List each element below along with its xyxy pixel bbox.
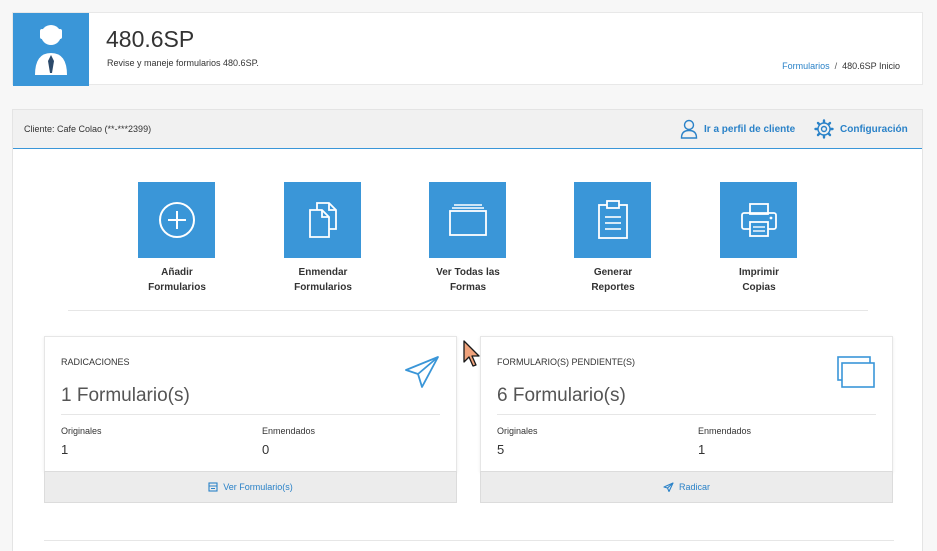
page-header: 480.6SP Revise y maneje formularios 480.… <box>12 12 923 86</box>
clipboard-icon <box>597 200 628 239</box>
enmendados-value: 1 <box>698 442 706 457</box>
tile-add-line1: Añadir <box>161 267 193 278</box>
bottom-divider <box>44 540 894 541</box>
user-outline-icon <box>680 119 698 139</box>
breadcrumb: Formularios / 480.6SP Inicio <box>782 61 900 71</box>
tile-amend-line1: Enmendar <box>298 267 348 278</box>
user-icon <box>35 25 67 75</box>
enmendados-value: 0 <box>262 442 270 457</box>
originales-value: 1 <box>61 442 69 457</box>
settings-link[interactable]: Configuración <box>814 119 908 139</box>
tile-reports-line2: Reportes <box>591 282 635 293</box>
plus-circle-icon <box>158 202 195 238</box>
enmendados-label: Enmendados <box>262 426 316 436</box>
tile-add-line2: Formularios <box>148 282 206 293</box>
folder-icon <box>448 204 487 236</box>
enmendados-label: Enmendados <box>698 426 752 436</box>
tile-generate-reports[interactable]: Generar Reportes <box>574 182 651 295</box>
pending-forms-card: FORMULARIO(S) PENDIENTE(S) 6 Formulario(… <box>480 336 893 472</box>
card-divider <box>61 414 440 415</box>
client-bar: Cliente: Cafe Colao (**-***2399) Ir a pe… <box>13 110 922 149</box>
card-title: RADICACIONES <box>61 357 130 367</box>
tile-print-copies[interactable]: Imprimir Copias <box>720 182 797 295</box>
originales-label: Originales <box>61 426 102 436</box>
client-profile-link[interactable]: Ir a perfil de cliente <box>680 119 795 139</box>
view-forms-label: Ver Formulario(s) <box>223 482 293 492</box>
tile-amend-line2: Formularios <box>294 282 352 293</box>
tiles-divider <box>68 310 868 311</box>
copy-documents-icon <box>308 202 337 238</box>
paper-plane-icon <box>663 482 674 492</box>
tile-add-forms[interactable]: Añadir Formularios <box>138 182 215 295</box>
card-divider <box>497 414 876 415</box>
settings-label: Configuración <box>840 123 908 135</box>
paper-plane-icon <box>405 356 439 388</box>
tile-reports-line1: Generar <box>593 267 633 278</box>
radicar-button[interactable]: Radicar <box>480 471 893 503</box>
breadcrumb-formularios-link[interactable]: Formularios <box>782 61 830 71</box>
originales-label: Originales <box>497 426 538 436</box>
tile-print-line1: Imprimir <box>738 267 779 278</box>
printer-icon <box>740 203 777 237</box>
originales-value: 5 <box>497 442 505 457</box>
page-title: 480.6SP <box>106 26 195 52</box>
card-title: FORMULARIO(S) PENDIENTE(S) <box>497 357 636 367</box>
view-forms-button[interactable]: Ver Formulario(s) <box>44 471 457 503</box>
tile-amend-forms[interactable]: Enmendar Formularios <box>284 182 361 295</box>
tile-view-line1: Ver Todas las <box>436 267 500 278</box>
mouse-cursor-icon <box>463 340 480 367</box>
breadcrumb-separator: / <box>834 61 838 71</box>
form-icon <box>208 482 218 492</box>
tile-view-line2: Formas <box>449 282 487 293</box>
gear-icon <box>814 119 834 139</box>
card-count: 1 Formulario(s) <box>61 385 190 406</box>
user-avatar <box>13 13 89 86</box>
page-subtitle: Revise y maneje formularios 480.6SP. <box>107 58 259 68</box>
tile-print-line2: Copias <box>742 282 776 293</box>
main-panel: Cliente: Cafe Colao (**-***2399) Ir a pe… <box>12 109 923 551</box>
breadcrumb-current: 480.6SP Inicio <box>842 61 900 71</box>
radicar-label: Radicar <box>678 482 710 492</box>
radicaciones-card: RADICACIONES 1 Formulario(s) Originales … <box>44 336 457 472</box>
tile-view-all-forms[interactable]: Ver Todas las Formas <box>429 182 506 295</box>
client-profile-label: Ir a perfil de cliente <box>704 123 796 135</box>
stacked-windows-icon <box>837 356 875 388</box>
client-label: Cliente: Cafe Colao (**-***2399) <box>24 124 152 134</box>
card-count: 6 Formulario(s) <box>497 385 626 406</box>
